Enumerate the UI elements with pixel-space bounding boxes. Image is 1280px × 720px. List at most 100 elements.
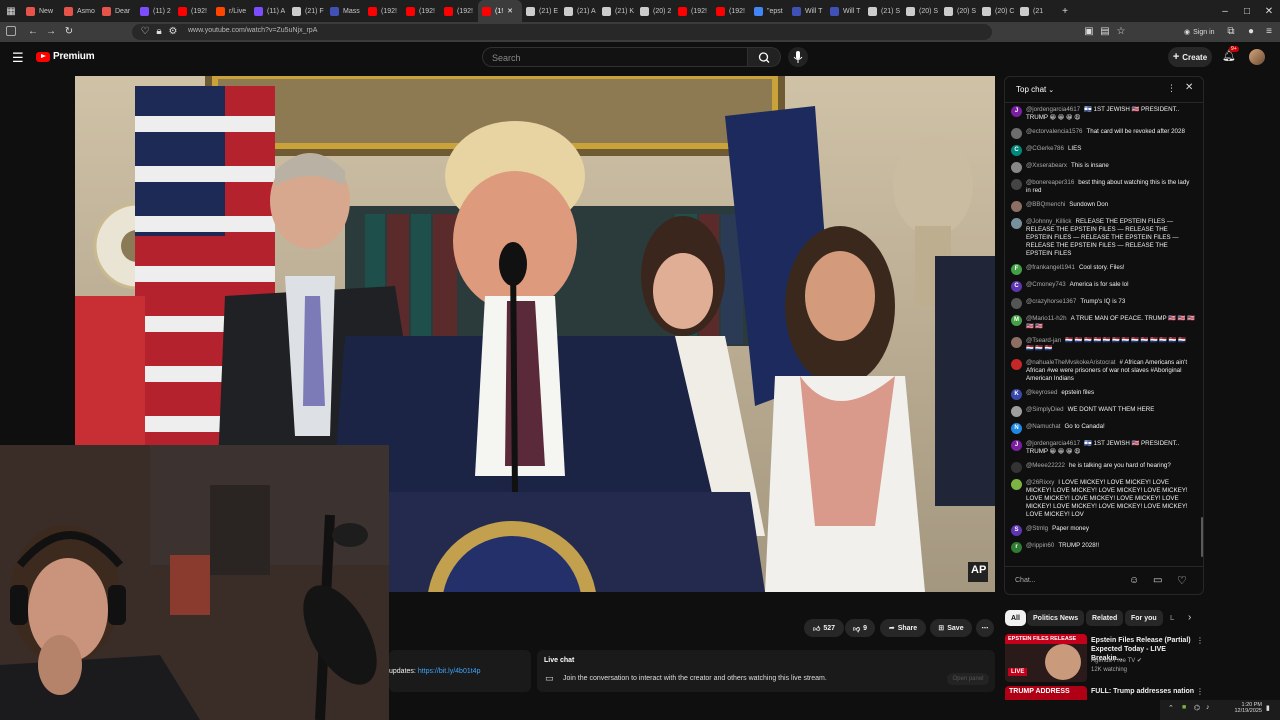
profile-icon[interactable]: ●	[1244, 26, 1258, 38]
chip-more[interactable]: L	[1164, 610, 1180, 626]
rec-thumbnail-2[interactable]: TRUMP ADDRESS	[1005, 686, 1087, 700]
chip-all[interactable]: All	[1005, 610, 1026, 626]
chat-message[interactable]: @crazyhorse1367 Trump's IQ is 73	[1011, 295, 1195, 312]
chat-message[interactable]: J @jordengarcia4617 🇮🇱 1ST JEWISH 🇺🇸 PRESI…	[1011, 437, 1195, 459]
more-actions-button[interactable]: ⋯	[976, 619, 994, 637]
browser-tab[interactable]: "epst	[750, 0, 788, 22]
chat-author[interactable]: @jordengarcia4617	[1026, 106, 1080, 113]
open-panel-button[interactable]: Open panel	[947, 673, 989, 685]
chevron-right-icon[interactable]: ›	[1188, 612, 1191, 623]
menu-icon[interactable]: ≡	[1262, 26, 1276, 38]
chat-author[interactable]: @Tseard-jan	[1026, 337, 1061, 344]
chat-message[interactable]: @nahualeTheMvskokeAristocrat # African Am…	[1011, 356, 1195, 386]
new-tab-button[interactable]: +	[1054, 0, 1076, 22]
browser-tab[interactable]: New	[22, 0, 60, 22]
browser-tab[interactable]: (192!	[712, 0, 750, 22]
browser-tab[interactable]: (1! ✕	[478, 0, 522, 22]
browser-tab[interactable]: Will T	[826, 0, 864, 22]
chat-author[interactable]: @nahualeTheMvskokeAristocrat	[1026, 359, 1116, 366]
volume-icon[interactable]: ♪	[1206, 704, 1210, 711]
extension-icon[interactable]: ▤	[1098, 26, 1112, 38]
browser-tab[interactable]: r/Live	[212, 0, 250, 22]
browser-tab[interactable]: (192!	[674, 0, 712, 22]
notification-center-icon[interactable]: ▮	[1266, 704, 1270, 712]
rec-more-icon-1[interactable]: ⋮	[1196, 636, 1204, 645]
chat-author[interactable]: @26Rixxy	[1026, 479, 1054, 486]
updates-link[interactable]: https://bit.ly/4b01t4p	[418, 668, 481, 675]
chat-message[interactable]: J @jordengarcia4617 🇮🇱 1ST JEWISH 🇺🇸 PRESI…	[1011, 103, 1195, 125]
chat-author[interactable]: @Xxserabearx	[1026, 162, 1067, 169]
chat-message[interactable]: K @keyrosed epstein files	[1011, 386, 1195, 403]
tray-chevron-icon[interactable]: ⌃	[1168, 704, 1174, 712]
site-settings-icon[interactable]: ⚙	[166, 26, 180, 38]
heart-react-icon[interactable]: ♡	[1177, 574, 1187, 587]
browser-tab[interactable]: Dear	[98, 0, 136, 22]
chat-message[interactable]: @26Rixxy I LOVE MICKEY! LOVE MICKEY! LOVE…	[1011, 476, 1195, 522]
close-icon[interactable]: ✕	[1185, 82, 1193, 93]
tray-app-icon[interactable]: ■	[1182, 704, 1186, 711]
browser-tab[interactable]: (20) S	[902, 0, 940, 22]
browser-tab[interactable]: Will T	[788, 0, 826, 22]
chat-message[interactable]: @BBQmenchi Sundown Don	[1011, 198, 1195, 215]
sign-in-button[interactable]: ◉ Sign in	[1184, 26, 1218, 38]
network-icon[interactable]: ⌬	[1194, 704, 1200, 712]
like-button[interactable]: 👍︎ 527	[804, 619, 844, 637]
search-input[interactable]: Search	[482, 47, 748, 67]
chat-scrollbar[interactable]	[1201, 517, 1203, 557]
sidebar-toggle-icon[interactable]	[6, 26, 16, 36]
browser-tab[interactable]: (21) K	[598, 0, 636, 22]
browser-tab[interactable]: (192!	[364, 0, 402, 22]
browser-tab[interactable]: (20) C	[978, 0, 1016, 22]
hamburger-menu-icon[interactable]: ☰	[12, 50, 24, 66]
chat-author[interactable]: @Mario11-h2h	[1026, 315, 1067, 322]
browser-tab[interactable]: (21) S	[864, 0, 902, 22]
browser-tab[interactable]: (21) A	[560, 0, 598, 22]
reload-icon[interactable]: ↻	[62, 26, 76, 38]
rec-thumbnail-1[interactable]: EPSTEIN FILES RELEASE LIVE	[1005, 634, 1087, 682]
browser-tab[interactable]: (20) S	[940, 0, 978, 22]
chat-message[interactable]: @SimplyDied WE DONT WANT THEM HERE	[1011, 403, 1195, 420]
youtube-logo[interactable]: Premium	[36, 51, 95, 62]
avatar[interactable]	[1249, 49, 1265, 65]
clock[interactable]: 1:20 PM 12/19/2025	[1224, 702, 1262, 714]
extensions-puzzle-icon[interactable]: ⧉	[1224, 26, 1238, 38]
tab-close-icon[interactable]: ✕	[507, 7, 513, 15]
chat-author[interactable]: @Meee22222	[1026, 462, 1065, 469]
maximize-icon[interactable]: □	[1236, 0, 1258, 22]
chat-author[interactable]: @ectorvalencia1576	[1026, 128, 1083, 135]
install-icon[interactable]: ▣	[1082, 26, 1096, 38]
chat-author[interactable]: @jordengarcia4617	[1026, 440, 1080, 447]
browser-tab[interactable]: (11) A	[250, 0, 288, 22]
browser-tab[interactable]: (192!	[402, 0, 440, 22]
chat-message[interactable]: N @Namuchat Go to Canada!	[1011, 420, 1195, 437]
back-icon[interactable]: ←	[26, 26, 40, 38]
super-chat-icon[interactable]: ▭	[1153, 575, 1162, 586]
chat-message[interactable]: @ectorvalencia1576 That card will be revo…	[1011, 125, 1195, 142]
chat-message[interactable]: @Meee22222 he is talking are you hard of …	[1011, 459, 1195, 476]
chat-message[interactable]: @Johnny_Killick RELEASE THE EPSTEIN FILES…	[1011, 215, 1195, 261]
chat-author[interactable]: @Namuchat	[1026, 423, 1060, 430]
chat-author[interactable]: @frankangel1941	[1026, 264, 1075, 271]
chat-message[interactable]: r @rippin60 TRUMP 2028!!	[1011, 539, 1195, 556]
chat-message[interactable]: @Xxserabearx This is insane	[1011, 159, 1195, 176]
chat-author[interactable]: @Johnny_Killick	[1026, 218, 1072, 225]
browser-tab[interactable]: Mass	[326, 0, 364, 22]
browser-tab[interactable]: (192!	[174, 0, 212, 22]
emoji-icon[interactable]: ☺	[1129, 575, 1139, 586]
chat-author[interactable]: @SimplyDied	[1026, 406, 1064, 413]
top-chat-dropdown[interactable]: Top chat ⌄	[1016, 85, 1054, 94]
search-button[interactable]	[748, 47, 781, 67]
chip-politics-news[interactable]: Politics News	[1027, 610, 1085, 626]
browser-tab[interactable]: (21) F	[288, 0, 326, 22]
dislike-button[interactable]: 👎︎ 9	[845, 619, 875, 637]
chip-related[interactable]: Related	[1086, 610, 1124, 626]
chat-author[interactable]: @keyrosed	[1026, 389, 1057, 396]
chip-for-you[interactable]: For you	[1125, 610, 1163, 626]
browser-tab[interactable]: (11) 2	[136, 0, 174, 22]
description-box[interactable]: updates: https://bit.ly/4b01t4p	[389, 650, 531, 692]
close-window-icon[interactable]: ✕	[1258, 0, 1280, 22]
chat-author[interactable]: @rippin60	[1026, 542, 1054, 549]
forward-icon[interactable]: →	[44, 26, 58, 38]
chat-message[interactable]: C @Cmoney743 America is for sale lol	[1011, 278, 1195, 295]
bookmark-star-icon[interactable]: ☆	[1114, 26, 1128, 38]
